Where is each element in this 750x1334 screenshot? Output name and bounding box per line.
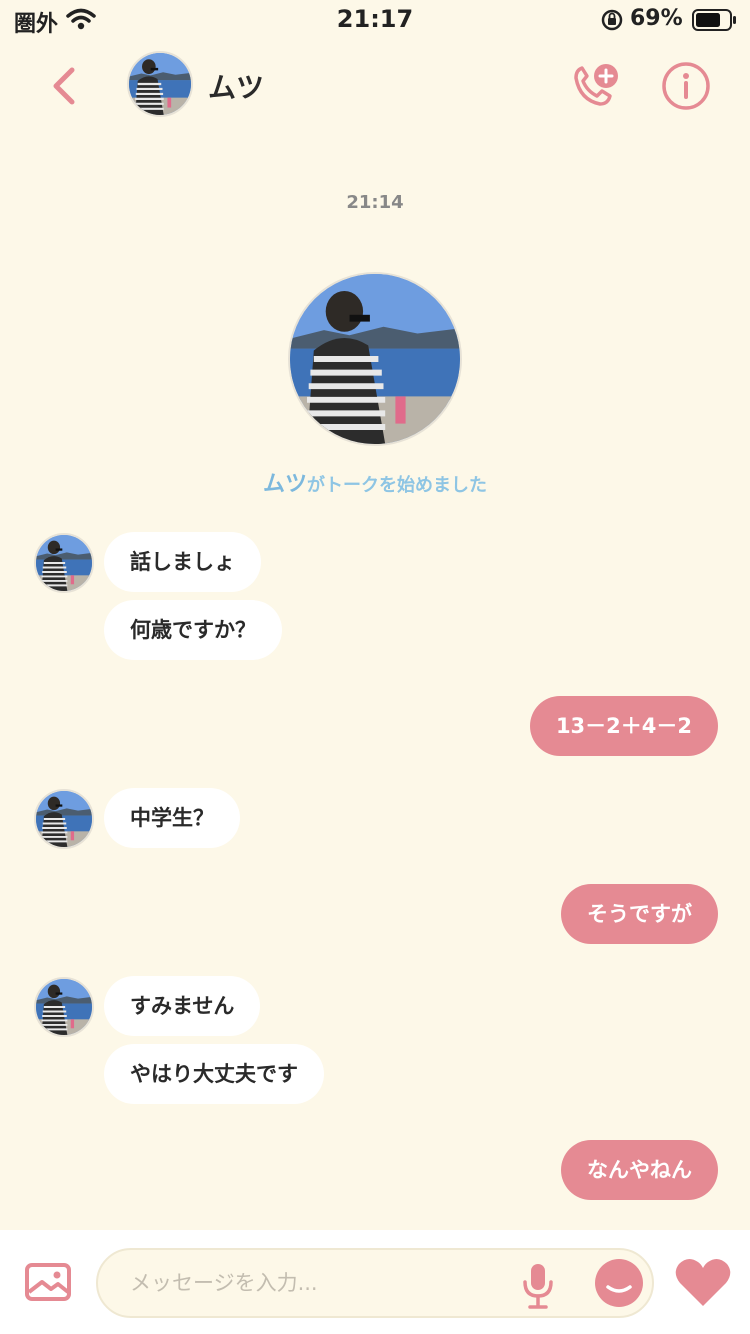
avatar[interactable] <box>34 789 94 849</box>
info-icon <box>662 62 710 110</box>
outgoing-message[interactable]: そうですが <box>561 884 718 944</box>
profile-photo-large[interactable] <box>288 272 462 446</box>
incoming-message[interactable]: やはり大丈夫です <box>104 1044 324 1104</box>
incoming-message[interactable]: 何歳ですか？ <box>104 600 282 660</box>
like-button[interactable] <box>674 1256 732 1308</box>
image-icon <box>25 1263 71 1301</box>
start-notice-text: がトークを始めました <box>307 475 487 496</box>
battery-icon <box>692 9 738 35</box>
phone-add-icon <box>574 64 618 106</box>
microphone-icon <box>523 1264 553 1309</box>
rotation-lock-icon <box>600 8 624 36</box>
info-button[interactable] <box>660 60 712 112</box>
chat-header: ムツ <box>0 40 750 140</box>
image-button[interactable] <box>24 1262 72 1302</box>
incoming-message[interactable]: すみません <box>104 976 261 1036</box>
status-bar: 圏外 21:17 69% <box>0 0 750 40</box>
voice-button[interactable] <box>520 1262 556 1310</box>
avatar[interactable] <box>127 51 193 117</box>
chevron-left-icon <box>53 67 75 105</box>
heart-icon <box>675 1258 731 1306</box>
message-input-wrapper[interactable] <box>96 1248 654 1318</box>
incoming-message[interactable]: 中学生？ <box>104 788 240 848</box>
avatar[interactable] <box>34 977 94 1037</box>
message-input-bar <box>0 1230 750 1334</box>
battery-percent: 69% <box>630 6 683 31</box>
back-button[interactable] <box>44 64 84 108</box>
message-input[interactable] <box>130 1250 510 1316</box>
emoji-button[interactable] <box>594 1258 644 1308</box>
smile-icon <box>595 1259 643 1307</box>
outgoing-message[interactable]: なんやねん <box>561 1140 718 1200</box>
avatar[interactable] <box>34 533 94 593</box>
outgoing-message[interactable]: 13－2＋4－2 <box>529 696 718 756</box>
add-call-button[interactable] <box>568 60 622 114</box>
conversation-timestamp: 21:14 <box>346 192 404 213</box>
start-notice-name[interactable]: ムツ <box>263 472 307 497</box>
incoming-message[interactable]: 話しましょ <box>104 532 261 592</box>
talk-start-notice: ムツがトークを始めました <box>0 466 750 498</box>
contact-name[interactable]: ムツ <box>208 66 264 106</box>
